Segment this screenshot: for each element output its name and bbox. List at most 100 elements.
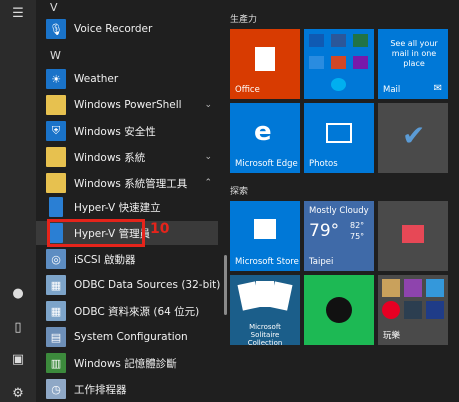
powerpoint-icon xyxy=(331,56,346,69)
checkmark-icon: ✔ xyxy=(402,119,426,152)
shield-icon: ⛨ xyxy=(46,121,66,141)
app-label: ODBC 資料來源 (64 位元) xyxy=(74,305,200,318)
excel-icon xyxy=(353,34,368,47)
folder-label: Windows PowerShell xyxy=(74,99,182,111)
hyperv-icon xyxy=(49,197,63,217)
sysconfig-icon: ▤ xyxy=(46,327,66,347)
tile-mail[interactable]: See all your mail in one place Mail ✉ xyxy=(378,29,448,99)
tile-photos[interactable]: Photos xyxy=(304,103,374,173)
app-voice-recorder[interactable]: 🎙 Voice Recorder xyxy=(36,17,218,41)
iscsi-icon: ◎ xyxy=(46,249,66,269)
chevron-up-icon: ⌃ xyxy=(204,178,212,188)
mail-promo-text: See all your mail in one place xyxy=(390,39,438,68)
app-system-configuration[interactable]: ▤ System Configuration xyxy=(36,325,218,349)
start-rail: ☰ ● ▯ ▣ ⚙ xyxy=(0,0,36,402)
tile-office-apps[interactable] xyxy=(304,29,374,99)
tile-label: Microsoft Edge xyxy=(235,159,298,169)
tile-label: Photos xyxy=(309,159,338,169)
game-icon xyxy=(404,301,422,319)
app-odbc-32[interactable]: ▦ ODBC Data Sources (32-bit) xyxy=(36,273,221,297)
game-icon xyxy=(382,279,400,297)
tile-play-folder[interactable]: 玩樂 xyxy=(378,275,448,345)
app-list: V 🎙 Voice Recorder W ☀ Weather Windows P… xyxy=(36,0,227,402)
group-title-productivity[interactable]: 生產力 xyxy=(230,12,257,25)
app-label: 工作排程器 xyxy=(74,383,127,396)
pinterest-icon xyxy=(382,301,400,319)
onedrive-icon xyxy=(309,56,324,69)
photoshop-express-icon xyxy=(426,301,444,319)
tile-label: Microsoft Store xyxy=(235,257,299,267)
game-icon xyxy=(426,279,444,297)
weather-high: 82° xyxy=(350,221,365,230)
tile-label: 玩樂 xyxy=(383,331,401,341)
section-header-w[interactable]: W xyxy=(50,49,61,62)
app-label: Weather xyxy=(74,73,119,85)
sun-icon: ☀ xyxy=(46,69,66,89)
tile-solitaire[interactable]: Microsoft Solitaire Collection xyxy=(230,275,300,345)
app-odbc-64[interactable]: ▦ ODBC 資料來源 (64 位元) xyxy=(36,299,218,323)
weather-low: 75° xyxy=(350,232,365,241)
store-bag-icon xyxy=(254,219,276,239)
tile-spotify[interactable] xyxy=(304,275,374,345)
game-icon xyxy=(404,279,422,297)
app-windows-security[interactable]: ⛨ Windows 安全性 xyxy=(36,119,218,143)
tile-label: Office xyxy=(235,85,260,95)
tile-label: Microsoft Solitaire Collection xyxy=(247,323,283,345)
chevron-down-icon: ⌄ xyxy=(204,152,212,162)
app-label: iSCSI 啟動器 xyxy=(74,253,136,266)
app-weather[interactable]: ☀ Weather xyxy=(36,67,218,91)
highlight-box xyxy=(47,219,145,247)
tile-store[interactable]: Microsoft Store xyxy=(230,201,300,271)
spotify-logo-icon xyxy=(326,297,352,323)
app-label: Hyper-V 快速建立 xyxy=(74,201,161,214)
photo-icon xyxy=(326,123,352,143)
tiles-area: 生產力 Office See all your mail in one plac… xyxy=(226,0,459,402)
envelope-icon: ✉ xyxy=(433,83,442,94)
tile-todo[interactable]: ✔ xyxy=(378,103,448,173)
folder-icon xyxy=(46,95,66,115)
tile-label: Mail xyxy=(383,85,401,95)
folder-label: Windows 系統管理工具 xyxy=(74,177,188,190)
settings-gear-icon[interactable]: ⚙ xyxy=(0,384,36,402)
section-header-v[interactable]: V xyxy=(50,1,58,14)
hamburger-menu-icon[interactable]: ☰ xyxy=(0,4,36,24)
news-icon xyxy=(402,225,424,243)
chevron-down-icon: ⌄ xyxy=(204,100,212,110)
app-label: ODBC Data Sources (32-bit) xyxy=(74,279,221,291)
documents-icon[interactable]: ▯ xyxy=(0,318,36,338)
outlook-icon xyxy=(309,34,324,47)
folder-label: Windows 系統 xyxy=(74,151,146,164)
folder-icon xyxy=(46,173,66,193)
weather-city: Taipei xyxy=(309,257,334,267)
odbc-icon: ▦ xyxy=(46,301,66,321)
app-task-scheduler[interactable]: ◷ 工作排程器 xyxy=(36,377,218,401)
tile-weather[interactable]: Mostly Cloudy 79° 82° 75° Taipei xyxy=(304,201,374,271)
group-title-explore[interactable]: 探索 xyxy=(230,184,248,197)
task-scheduler-icon: ◷ xyxy=(46,379,66,399)
app-label: Windows 記憶體診斷 xyxy=(74,357,177,370)
card-icon xyxy=(269,281,293,311)
edge-logo-icon: e xyxy=(254,117,272,147)
app-hyperv-quick-create[interactable]: Hyper-V 快速建立 xyxy=(36,195,218,219)
onenote-icon xyxy=(353,56,368,69)
app-label: Voice Recorder xyxy=(74,23,153,35)
app-iscsi-initiator[interactable]: ◎ iSCSI 啟動器 xyxy=(36,247,218,271)
app-label: System Configuration xyxy=(74,331,188,343)
app-memory-diagnostic[interactable]: ▥ Windows 記憶體診斷 xyxy=(36,351,218,375)
folder-windows-system[interactable]: Windows 系統 ⌄ xyxy=(36,145,218,169)
app-label: Windows 安全性 xyxy=(74,125,156,138)
folder-windows-admin-tools[interactable]: Windows 系統管理工具 ⌃ xyxy=(36,171,218,195)
skype-icon xyxy=(331,78,346,91)
weather-condition: Mostly Cloudy xyxy=(309,206,369,216)
tile-office[interactable]: Office xyxy=(230,29,300,99)
tile-edge[interactable]: e Microsoft Edge xyxy=(230,103,300,173)
step-number: 10 xyxy=(150,221,170,237)
user-avatar-icon[interactable]: ● xyxy=(0,284,36,304)
tile-news[interactable] xyxy=(378,201,448,271)
microphone-icon: 🎙 xyxy=(46,19,66,39)
memory-diagnostic-icon: ▥ xyxy=(46,353,66,373)
pictures-icon[interactable]: ▣ xyxy=(0,350,36,370)
folder-windows-powershell[interactable]: Windows PowerShell ⌄ xyxy=(36,93,218,117)
word-icon xyxy=(331,34,346,47)
odbc-icon: ▦ xyxy=(46,275,66,295)
